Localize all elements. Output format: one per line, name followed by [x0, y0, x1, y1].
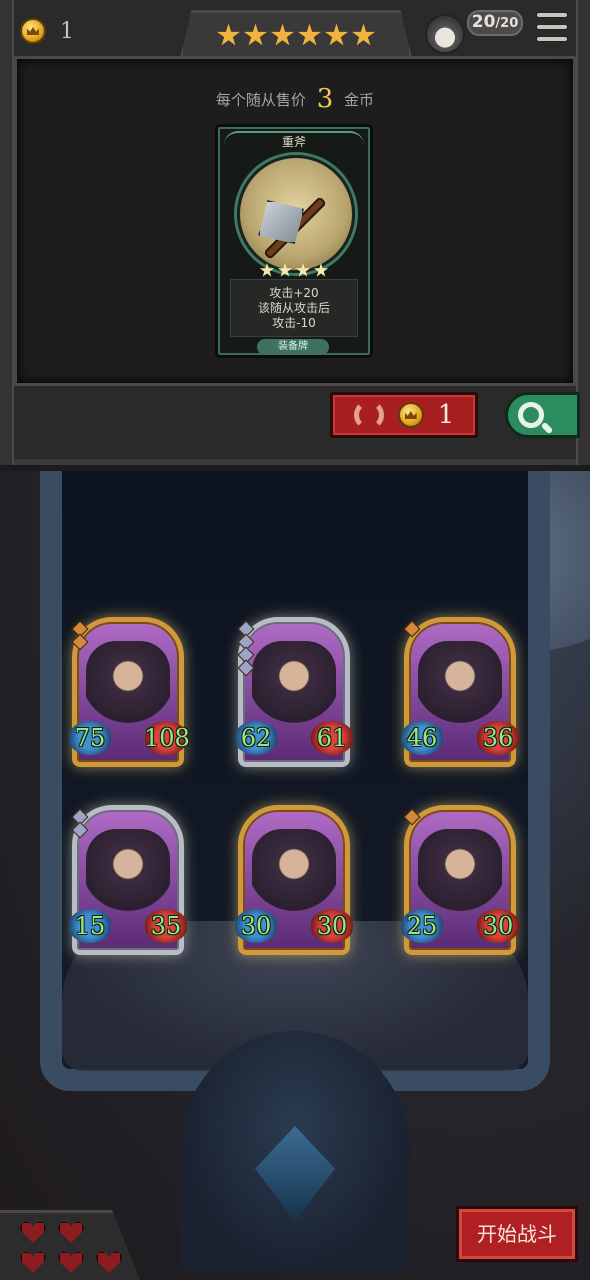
turn-bubble: 20 / 20 — [467, 10, 523, 36]
unit-card[interactable]: 15 35 — [68, 805, 188, 955]
left-rail — [0, 0, 14, 465]
menu-icon — [536, 12, 568, 18]
rank-diamond-icon — [71, 821, 89, 839]
unit-attack: 62 — [234, 721, 278, 755]
shop-panel: 1 20 / 20 每个随从售价 3 金币 重斧 攻击+20 该随从攻击后 攻击… — [0, 0, 590, 465]
sell-suffix: 金币 — [344, 91, 375, 109]
gold-display: 1 — [20, 18, 74, 44]
sell-prefix: 每个随从售价 — [215, 91, 306, 109]
unit-health: 30 — [476, 909, 520, 943]
refresh-cost: 1 — [437, 400, 455, 430]
star-icon — [259, 263, 275, 277]
coin-icon — [20, 18, 46, 44]
star-icon — [295, 263, 311, 277]
unit-health: 35 — [144, 909, 188, 943]
unit-card[interactable]: 30 30 — [234, 805, 354, 955]
unit-attack: 75 — [68, 721, 112, 755]
battle-board: 75 108 62 61 46 36 15 35 30 30 25 30 — [0, 471, 590, 1280]
card-description: 攻击+20 该随从攻击后 攻击-10 — [230, 279, 358, 337]
heart-icon — [58, 1251, 84, 1275]
unit-card[interactable]: 46 36 — [400, 617, 520, 767]
shop-level-stars — [180, 10, 412, 58]
sell-info: 每个随从售价 3 金币 — [0, 84, 590, 114]
turn-max: 20 — [500, 16, 519, 31]
rank-diamond-icon — [71, 633, 89, 651]
unit-rank — [71, 620, 89, 651]
menu-button[interactable] — [536, 12, 568, 42]
card-name: 重斧 — [281, 135, 306, 149]
star-icon — [270, 23, 295, 46]
star-icon — [216, 23, 241, 46]
axe-icon — [258, 200, 304, 244]
unit-health: 30 — [310, 909, 354, 943]
shop-card[interactable]: 重斧 攻击+20 该随从攻击后 攻击-10 装备牌 — [215, 124, 373, 358]
star-icon — [243, 23, 268, 46]
star-icon — [351, 23, 376, 46]
player-avatar-icon[interactable] — [425, 14, 465, 54]
star-icon — [324, 23, 349, 46]
coin-icon — [397, 402, 424, 428]
unit-attack: 30 — [234, 909, 278, 943]
card-type-label: 装备牌 — [257, 339, 329, 355]
star-icon — [313, 263, 329, 277]
rank-diamond-icon — [403, 620, 421, 638]
refresh-button[interactable]: 1 — [330, 392, 478, 438]
unit-rank — [403, 808, 421, 826]
unit-health: 61 — [310, 721, 354, 755]
unit-rank — [71, 808, 89, 839]
start-battle-button[interactable]: 开始战斗 — [456, 1206, 578, 1262]
turn-counter[interactable]: 20 / 20 — [425, 8, 525, 54]
unit-attack: 46 — [400, 721, 444, 755]
unit-card[interactable]: 25 30 — [400, 805, 520, 955]
heart-icon — [20, 1251, 46, 1275]
heart-icon — [96, 1251, 122, 1275]
bottom-bar: 开始战斗 — [0, 1196, 590, 1280]
gold-count: 1 — [60, 18, 74, 44]
turn-current: 20 — [471, 12, 496, 32]
rank-diamond-icon — [403, 808, 421, 826]
unit-attack: 25 — [400, 909, 444, 943]
life-panel — [0, 1210, 140, 1280]
unit-rank — [403, 620, 421, 638]
star-icon — [277, 263, 293, 277]
sell-value: 3 — [316, 84, 334, 114]
rank-diamond-icon — [237, 659, 255, 677]
heart-icon — [58, 1221, 84, 1245]
unit-rank — [237, 620, 255, 677]
unit-card[interactable]: 62 61 — [234, 617, 354, 767]
unit-health: 36 — [476, 721, 520, 755]
card-stars — [218, 263, 370, 278]
search-button[interactable] — [505, 392, 580, 438]
star-icon — [297, 23, 322, 46]
unit-attack: 15 — [68, 909, 112, 943]
card-art — [237, 155, 355, 273]
unit-health: 108 — [144, 721, 190, 755]
refresh-icon — [353, 400, 384, 430]
heart-icon — [20, 1221, 46, 1245]
unit-card[interactable]: 75 108 — [68, 617, 190, 767]
search-icon — [518, 402, 544, 428]
